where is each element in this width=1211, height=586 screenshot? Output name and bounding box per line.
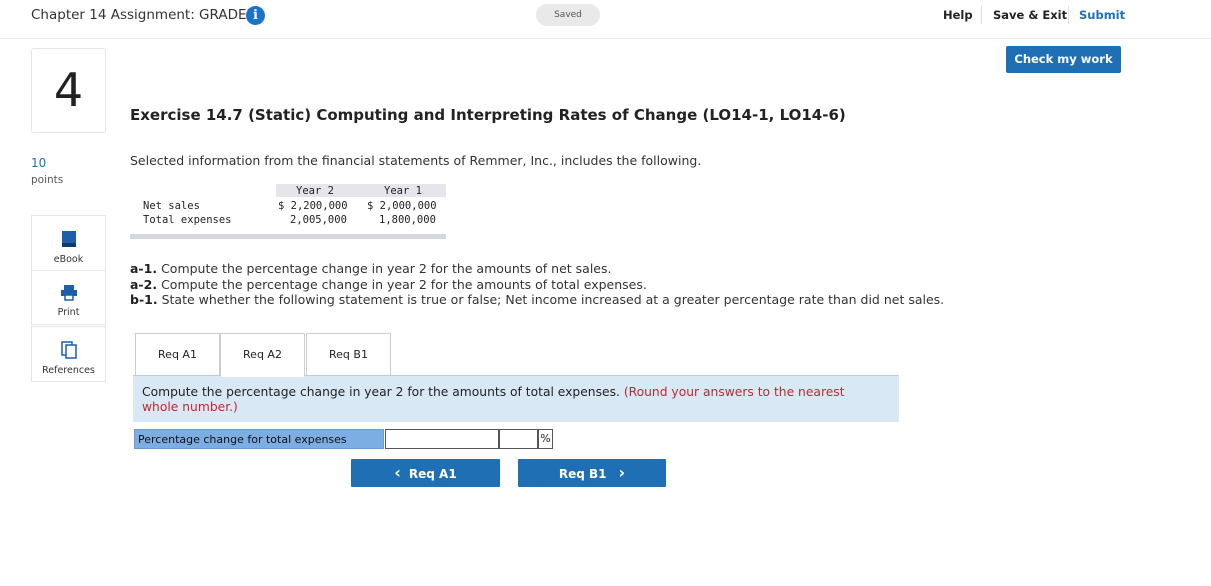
sidebar-item-references[interactable]: References <box>31 326 106 382</box>
exercise-title: Exercise 14.7 (Static) Computing and Int… <box>130 106 846 124</box>
help-link[interactable]: Help <box>943 8 973 22</box>
answer-input[interactable] <box>385 429 499 449</box>
next-req-b1-button[interactable]: Req B1 › <box>518 459 666 487</box>
percent-sign: % <box>538 429 553 449</box>
next-button-label: Req B1 <box>558 467 607 481</box>
printer-icon <box>32 284 105 304</box>
points-label: points <box>31 174 64 186</box>
assignment-title: Chapter 14 Assignment: GRADED <box>31 7 257 23</box>
table-bottom-border <box>130 234 446 239</box>
requirement-text: State whether the following statement is… <box>161 292 945 307</box>
requirement-id: a-1. <box>130 261 158 276</box>
answer-label: Percentage change for total expenses <box>134 429 384 449</box>
chevron-left-icon: ‹ <box>394 463 401 482</box>
total-expenses-year1: 1,800,000 <box>379 214 436 226</box>
sidebar-item-label: References <box>42 365 95 376</box>
saved-status-badge: Saved <box>536 4 600 26</box>
row-label-net-sales: Net sales <box>143 200 200 212</box>
exercise-intro: Selected information from the financial … <box>130 153 702 168</box>
answer-input-secondary[interactable] <box>499 429 538 449</box>
points-value: 10 <box>31 156 47 170</box>
sidebar-item-label: eBook <box>53 254 84 265</box>
requirement-id: a-2. <box>130 277 158 292</box>
requirement-b1: b-1. State whether the following stateme… <box>130 292 944 307</box>
question-instruction: Compute the percentage change in year 2 … <box>142 385 882 415</box>
sidebar-item-ebook[interactable]: eBook <box>31 215 106 271</box>
tab-req-a2[interactable]: Req A2 <box>220 333 305 377</box>
net-sales-year2: $ 2,200,000 <box>278 200 348 212</box>
requirement-a2: a-2. Compute the percentage change in ye… <box>130 277 647 292</box>
question-number: 4 <box>31 48 106 133</box>
requirement-text: Compute the percentage change in year 2 … <box>161 261 612 276</box>
question-instruction-box: Compute the percentage change in year 2 … <box>133 375 899 422</box>
row-label-total-expenses: Total expenses <box>143 214 232 226</box>
prev-button-label: Req A1 <box>408 467 457 481</box>
prev-req-a1-button[interactable]: ‹ Req A1 <box>351 459 500 487</box>
save-exit-link[interactable]: Save & Exit <box>993 8 1067 22</box>
requirement-a1: a-1. Compute the percentage change in ye… <box>130 261 611 276</box>
top-bar: Chapter 14 Assignment: GRADED i Saved He… <box>0 0 1211 39</box>
column-header-year2: Year 2 <box>296 185 334 197</box>
sidebar-item-print[interactable]: Print <box>31 270 106 325</box>
column-header-year1: Year 1 <box>384 185 422 197</box>
book-icon <box>32 230 105 251</box>
total-expenses-year2: 2,005,000 <box>290 214 347 226</box>
tab-req-b1[interactable]: Req B1 <box>306 333 391 377</box>
divider <box>981 6 982 24</box>
requirement-id: b-1. <box>130 292 158 307</box>
submit-link[interactable]: Submit <box>1079 8 1125 22</box>
info-icon[interactable]: i <box>246 6 265 25</box>
chevron-right-icon: › <box>618 463 626 482</box>
net-sales-year1: $ 2,000,000 <box>367 200 437 212</box>
check-my-work-button[interactable]: Check my work <box>1006 46 1121 73</box>
sidebar-item-label: Print <box>57 307 80 318</box>
divider <box>1068 6 1069 24</box>
requirement-text: Compute the percentage change in year 2 … <box>161 277 647 292</box>
tab-req-a1[interactable]: Req A1 <box>135 333 220 377</box>
instruction-text: Compute the percentage change in year 2 … <box>142 385 620 399</box>
references-icon <box>32 341 105 362</box>
